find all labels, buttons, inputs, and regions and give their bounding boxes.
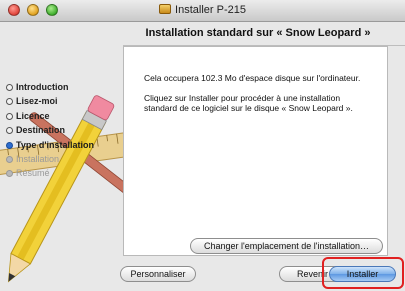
steps-list: Introduction Lisez-moi Licence Destinati…: [6, 82, 130, 183]
step-introduction: Introduction: [6, 82, 130, 96]
install-message: Cela occupera 102.3 Mo d'espace disque s…: [144, 73, 369, 123]
step-resume: Résumé: [6, 168, 130, 182]
window-title-wrap: Installer P-215: [0, 4, 405, 16]
step-label: Licence: [16, 110, 50, 121]
step-bullet-icon: [6, 141, 13, 149]
step-type-installation: Type d'installation: [6, 140, 130, 154]
window-title: Installer P-215: [175, 4, 246, 16]
step-bullet-icon: [6, 127, 13, 135]
customize-button[interactable]: Personnaliser: [120, 266, 196, 282]
installer-window: Installer P-215 Installation standard su…: [0, 0, 405, 291]
step-label: Installation: [16, 153, 60, 164]
step-lisez-moi: Lisez-moi: [6, 96, 130, 110]
page-subtitle: Installation standard sur « Snow Leopard…: [145, 27, 371, 39]
installer-artwork: Introduction Lisez-moi Licence Destinati…: [0, 22, 130, 291]
step-bullet-icon: [6, 84, 13, 91]
package-icon: [159, 4, 172, 14]
step-label: Introduction: [16, 82, 69, 92]
step-bullet-icon: [6, 112, 13, 120]
step-bullet-icon: [6, 170, 13, 178]
install-instruction-text: Cliquez sur Installer pour procéder à un…: [144, 93, 353, 113]
disk-space-text: Cela occupera 102.3 Mo d'espace disque s…: [144, 73, 361, 83]
step-licence: Licence: [6, 111, 130, 125]
step-label: Destination: [16, 125, 66, 136]
install-button[interactable]: Installer: [329, 266, 396, 282]
step-label: Lisez-moi: [16, 96, 58, 107]
step-label: Résumé: [16, 168, 50, 179]
change-location-button[interactable]: Changer l'emplacement de l'installation…: [190, 238, 383, 254]
step-bullet-icon: [6, 155, 13, 163]
step-bullet-icon: [6, 98, 13, 106]
title-bar[interactable]: Installer P-215: [0, 0, 405, 22]
step-label: Type d'installation: [16, 139, 94, 150]
step-destination: Destination: [6, 125, 130, 139]
content-panel: Cela occupera 102.3 Mo d'espace disque s…: [123, 46, 388, 256]
step-installation: Installation: [6, 154, 130, 168]
